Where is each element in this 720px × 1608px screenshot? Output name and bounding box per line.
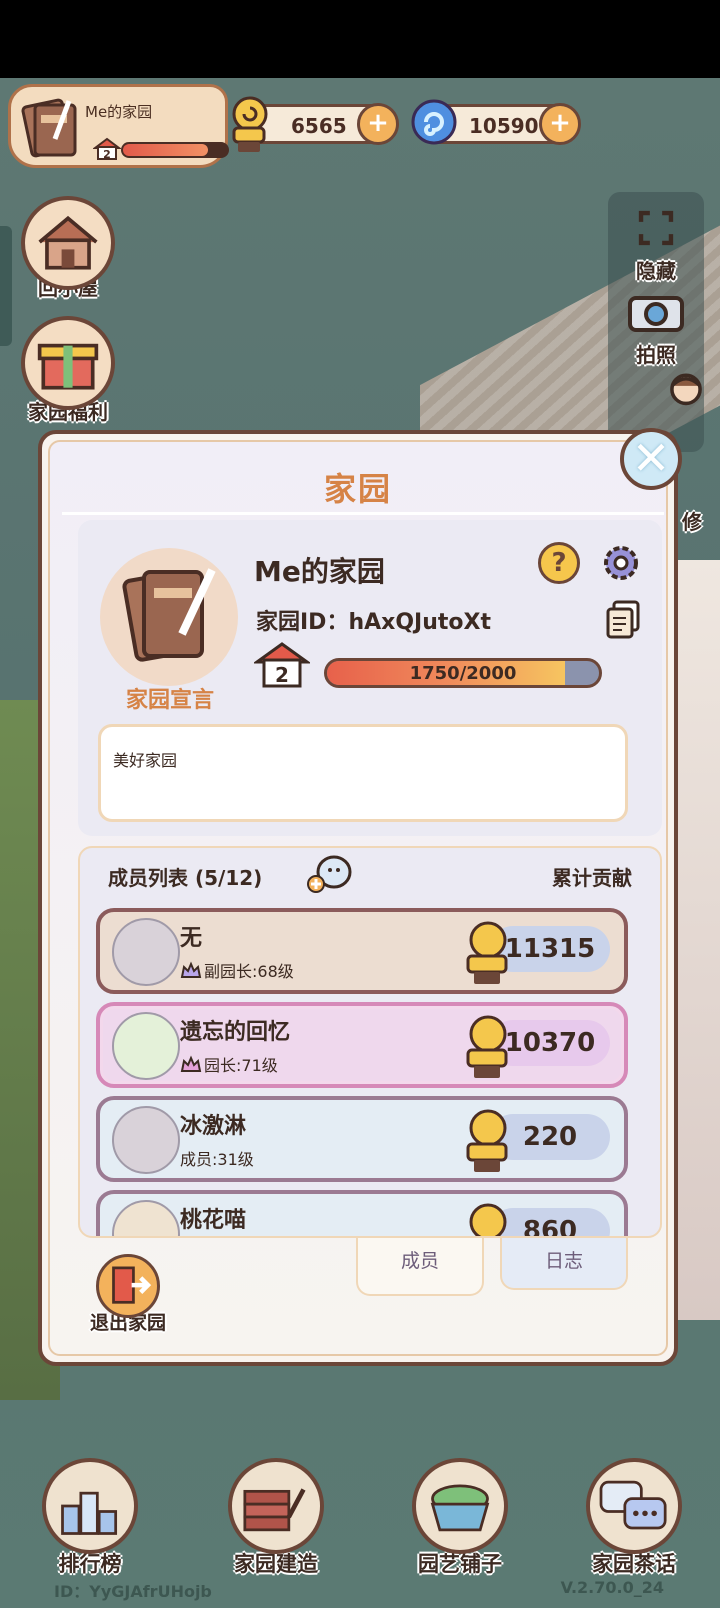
exp-progress-text: 1750/2000: [409, 663, 517, 684]
garden-level-house-icon: 2: [93, 137, 121, 161]
camera-icon: [628, 296, 684, 332]
garden-exp-progress: 1750/2000: [324, 658, 602, 688]
manifesto-textbox[interactable]: 美好家园: [98, 724, 628, 822]
settings-gear-icon[interactable]: [598, 540, 644, 586]
take-photo-button[interactable]: 拍照: [608, 290, 704, 368]
golden-snail-icon: [466, 1015, 508, 1078]
member-row[interactable]: 无 副园长:68级 11315: [96, 908, 628, 994]
garden-dialog-body: 家园 家园宣言 Me的家园 ? 家园ID：hAxQJutoXt 2 1750/2…: [48, 440, 668, 1356]
garden-dialog: 家园 家园宣言 Me的家园 ? 家园ID：hAxQJutoXt 2 1750/2…: [38, 430, 678, 1366]
exit-garden-button[interactable]: 退出家园: [74, 1254, 182, 1335]
garden-book-icon: [21, 98, 77, 158]
dialog-title: 家园: [323, 470, 392, 508]
golden-snail-icon: [466, 921, 508, 984]
member-name: 遗忘的回忆: [180, 1020, 291, 1045]
gift-box-icon: [21, 316, 115, 410]
invite-member-icon[interactable]: [306, 854, 352, 894]
garden-emblem[interactable]: [100, 548, 238, 686]
garden-exp-fill: [123, 144, 209, 156]
garden-welfare-button[interactable]: 家园福利: [18, 316, 118, 425]
decorate-label: 修: [682, 510, 702, 534]
member-row[interactable]: 桃花喵 860: [96, 1190, 628, 1236]
title-divider: [62, 512, 664, 515]
member-list-header: 成员列表 (5/12) 累计贡献: [80, 848, 660, 900]
garden-id: 家园ID：hAxQJutoXt: [256, 610, 491, 635]
member-name: 无: [180, 926, 203, 951]
golden-snail-icon: [232, 96, 268, 152]
close-dialog-button[interactable]: ✕: [620, 428, 682, 490]
manifesto-text: 美好家园: [113, 751, 178, 770]
add-snail-coin-button[interactable]: +: [357, 103, 399, 145]
member-role-line: 园长:71级: [180, 1052, 278, 1076]
contribution-header: 累计贡献: [552, 866, 632, 890]
member-list-title: 成员列表 (5/12): [108, 866, 263, 890]
add-crystal-button[interactable]: +: [539, 103, 581, 145]
blue-swirl-icon: [411, 99, 457, 145]
take-photo-label: 拍照: [636, 343, 676, 367]
left-drawer-handle[interactable]: [0, 226, 12, 346]
nav-garden-build[interactable]: 家园建造: [216, 1458, 336, 1578]
snail-coin-value: 6565: [291, 114, 347, 138]
garden-info-card: 家园宣言 Me的家园 ? 家园ID：hAxQJutoXt 2 1750/2000: [78, 520, 662, 836]
garden-level-icon: 2: [254, 642, 310, 688]
member-avatar: [112, 1106, 180, 1174]
golden-snail-icon: [466, 1109, 508, 1172]
cabin-icon: [21, 196, 115, 290]
member-row[interactable]: 遗忘的回忆 园长:71级 10370: [96, 1002, 628, 1088]
decorate-button[interactable]: [656, 370, 716, 419]
member-name: 桃花喵: [180, 1208, 247, 1233]
hide-ui-label: 隐藏: [636, 259, 676, 283]
copy-id-icon[interactable]: [604, 600, 642, 640]
chat-bubbles-icon: [586, 1458, 682, 1554]
manifesto-label: 家园宣言: [125, 688, 214, 713]
garden-level-number: 2: [103, 148, 111, 161]
member-avatar: [112, 918, 180, 986]
version-label: V.2.70.0_24: [560, 1578, 664, 1597]
garden-title: Me的家园: [254, 555, 385, 588]
garden-book-emblem-icon: [122, 568, 216, 662]
tab-members[interactable]: 成员: [356, 1238, 484, 1296]
crown-badge-icon: [180, 1055, 202, 1072]
garden-name: Me的家园: [85, 103, 153, 121]
exit-door-icon: [96, 1254, 160, 1318]
status-bar-area: [0, 0, 720, 78]
nav-leaderboard[interactable]: 排行榜: [30, 1458, 150, 1578]
golden-snail-icon: [469, 1203, 507, 1236]
garden-status-card[interactable]: Me的家园 2: [8, 84, 229, 168]
hide-ui-button[interactable]: 隐藏: [608, 206, 704, 284]
nav-horticulture-shop[interactable]: 园艺铺子: [400, 1458, 520, 1578]
member-list-panel: 成员列表 (5/12) 累计贡献 无 副园长:68级 11315 遗忘的回忆 园…: [78, 846, 662, 1238]
crown-badge-icon: [180, 961, 202, 978]
nav-garden-chat[interactable]: 家园茶话: [574, 1458, 694, 1578]
member-name: 冰激淋: [180, 1114, 247, 1139]
member-role: 副园长:68级: [204, 962, 294, 981]
flower-basket-icon: [412, 1458, 508, 1554]
tab-log[interactable]: 日志: [500, 1238, 628, 1290]
member-avatar: [112, 1200, 180, 1236]
character-avatar-icon: [670, 373, 702, 406]
help-button[interactable]: ?: [538, 542, 580, 584]
return-cabin-button[interactable]: 回小屋: [18, 196, 118, 301]
garden-level-value: 2: [275, 663, 289, 687]
player-id: ID：YyGJAfrUHojb: [54, 1582, 212, 1601]
member-avatar: [112, 1012, 180, 1080]
leaderboard-icon: [42, 1458, 138, 1554]
member-row[interactable]: 冰激淋 成员:31级 220: [96, 1096, 628, 1182]
member-role: 成员:31级: [180, 1150, 254, 1169]
member-role: 园长:71级: [204, 1056, 278, 1075]
crystal-value: 10590: [469, 114, 539, 138]
brick-trowel-icon: [228, 1458, 324, 1554]
garden-exp-bar: [121, 142, 229, 158]
member-role-line: 副园长:68级: [180, 958, 294, 982]
scan-frame-icon: [638, 210, 674, 246]
